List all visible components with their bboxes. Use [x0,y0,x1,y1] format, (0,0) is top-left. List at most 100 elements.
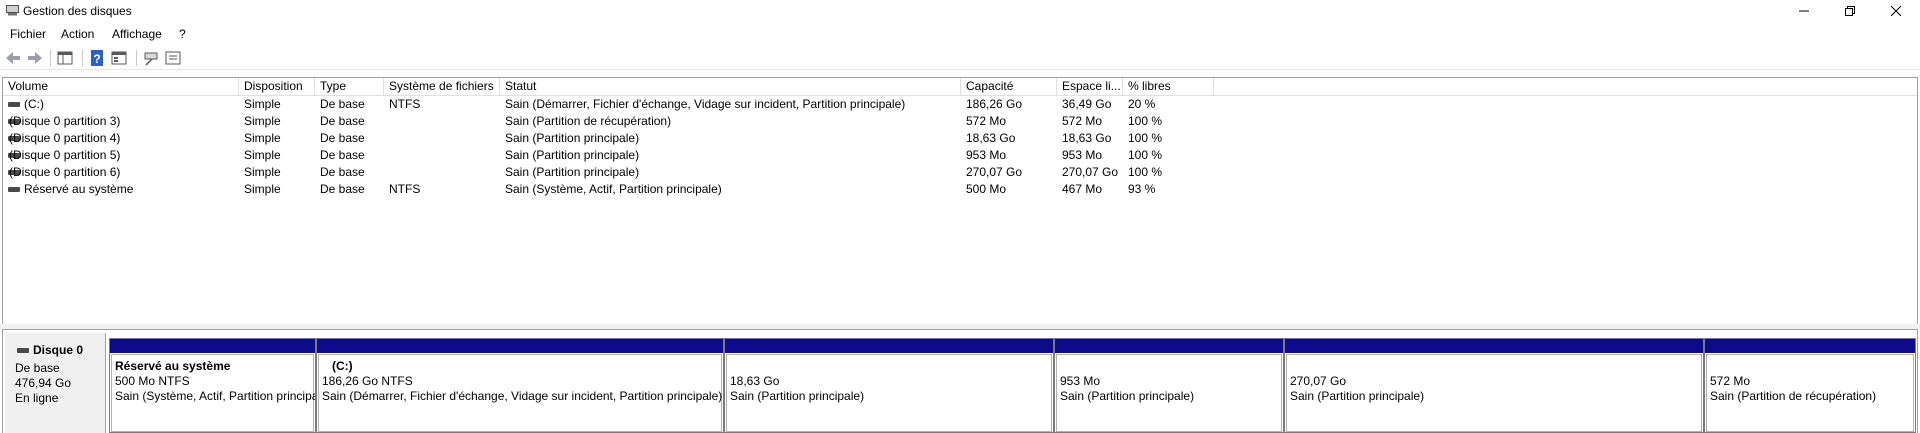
table-row[interactable]: Réservé au système Simple De base NTFS S… [3,181,1917,198]
partition-status: Sain (Partition principale) [1060,389,1195,403]
column-header-disposition[interactable]: Disposition [239,78,315,95]
partition-4[interactable]: 18,63 Go Sain (Partition principale) [724,338,1054,433]
cell-disposition: Simple [244,182,281,196]
disk-0-label[interactable]: Disque 0 De base 476,94 Go En ligne [5,333,106,433]
partition-size: 953 Mo [1060,374,1101,388]
cell-capacite: 270,07 Go [966,165,1023,179]
forward-icon[interactable] [26,49,44,67]
disk-size: 476,94 Go [15,376,72,390]
column-header-espace-libre[interactable]: Espace li... [1057,78,1123,95]
cell-espace-libre: 270,07 Go [1062,165,1119,179]
restore-button[interactable] [1827,0,1873,22]
cell-volume: (C:) [24,97,44,111]
cell-type: De base [320,131,365,145]
cell-espace-libre: 467 Mo [1062,182,1103,196]
table-row[interactable]: (Disque 0 partition 6) Simple De base Sa… [3,164,1917,181]
cell-capacite: 953 Mo [966,148,1007,162]
cell-disposition: Simple [244,97,281,111]
cell-pct-libres: 100 % [1128,148,1163,162]
partition-5[interactable]: 953 Mo Sain (Partition principale) [1054,338,1284,433]
cell-pct-libres: 93 % [1128,182,1156,196]
cell-statut: Sain (Démarrer, Fichier d'échange, Vidag… [505,97,906,111]
column-header-pct-libres[interactable]: % libres [1123,78,1214,95]
cell-filesystem: NTFS [389,97,421,111]
partition-size: 18,63 Go [730,374,780,388]
menu-action[interactable]: Action [61,27,94,41]
table-row[interactable]: (Disque 0 partition 4) Simple De base Sa… [3,130,1917,147]
cell-volume: (Disque 0 partition 6) [9,165,121,179]
partition-name: Réservé au système [115,359,231,373]
help-icon[interactable]: ? [88,49,106,67]
title-bar: Gestion des disques [0,0,1920,22]
column-header-type[interactable]: Type [315,78,384,95]
close-button[interactable] [1873,0,1919,22]
connect-icon[interactable] [142,49,160,67]
cell-volume: Réservé au système [24,182,134,196]
cell-volume: (Disque 0 partition 5) [9,148,121,162]
column-header-filesystem[interactable]: Système de fichiers [384,78,500,95]
disk-management-icon [6,5,19,16]
cell-statut: Sain (Système, Actif, Partition principa… [505,182,722,196]
cell-capacite: 186,26 Go [966,97,1023,111]
partition-6[interactable]: 270,07 Go Sain (Partition principale) [1284,338,1704,433]
cell-espace-libre: 572 Mo [1062,114,1103,128]
properties-icon[interactable] [110,49,128,67]
column-header-capacite[interactable]: Capacité [961,78,1057,95]
cell-type: De base [320,114,365,128]
partition-name: (C:) [332,359,353,373]
cell-pct-libres: 100 % [1128,131,1163,145]
table-row[interactable]: (Disque 0 partition 5) Simple De base Sa… [3,147,1917,164]
column-header-volume[interactable]: Volume [3,78,239,95]
cell-pct-libres: 20 % [1128,97,1156,111]
partition-status: Sain (Démarrer, Fichier d'échange, Vidag… [322,389,723,403]
cell-espace-libre: 18,63 Go [1062,131,1112,145]
table-row[interactable]: (C:) Simple De base NTFS Sain (Démarrer,… [3,96,1917,113]
cell-disposition: Simple [244,165,281,179]
cell-disposition: Simple [244,148,281,162]
details-icon[interactable] [164,49,182,67]
cell-espace-libre: 36,49 Go [1062,97,1112,111]
cell-type: De base [320,97,365,111]
partition-status: Sain (Partition principale) [730,389,865,403]
minimize-icon [1799,10,1809,12]
cell-statut: Sain (Partition principale) [505,165,640,179]
table-row[interactable]: (Disque 0 partition 3) Simple De base Sa… [3,113,1917,130]
cell-type: De base [320,182,365,196]
close-icon [1891,6,1901,16]
cell-type: De base [320,148,365,162]
partition-band [1705,339,1915,353]
cell-volume: (Disque 0 partition 3) [9,114,121,128]
cell-capacite: 572 Mo [966,114,1007,128]
restore-icon [1845,6,1855,16]
toolbar: ? [0,47,1920,70]
partition-recovery[interactable]: 572 Mo Sain (Partition de récupération) [1704,338,1916,433]
menu-affichage[interactable]: Affichage [112,27,162,41]
menu-help[interactable]: ? [179,27,186,41]
partition-size: 270,07 Go [1290,374,1347,388]
cell-disposition: Simple [244,131,281,145]
console-tree-icon[interactable] [56,49,74,67]
volume-icon [8,187,20,192]
partition-reserved[interactable]: Réservé au système 500 Mo NTFS Sain (Sys… [109,338,316,433]
cell-disposition: Simple [244,114,281,128]
menu-fichier[interactable]: Fichier [10,27,46,41]
partition-band [110,339,315,353]
cell-pct-libres: 100 % [1128,114,1163,128]
disk-map-pane: Disque 0 De base 476,94 Go En ligne Rése… [2,329,1918,433]
column-header-statut[interactable]: Statut [500,78,961,95]
back-icon[interactable] [4,49,22,67]
minimize-button[interactable] [1781,0,1827,22]
cell-capacite: 18,63 Go [966,131,1016,145]
window-title: Gestion des disques [23,4,132,18]
partition-band [1285,339,1703,353]
partition-band [725,339,1053,353]
disk-status: En ligne [15,391,59,405]
cell-espace-libre: 953 Mo [1062,148,1103,162]
cell-statut: Sain (Partition de récupération) [505,114,672,128]
cell-statut: Sain (Partition principale) [505,148,640,162]
partition-c[interactable]: (C:) 186,26 Go NTFS Sain (Démarrer, Fich… [316,338,724,433]
partition-status: Sain (Partition de récupération) [1710,389,1877,403]
disk-name: Disque 0 [33,343,84,357]
cell-type: De base [320,165,365,179]
disk-icon [17,348,29,353]
